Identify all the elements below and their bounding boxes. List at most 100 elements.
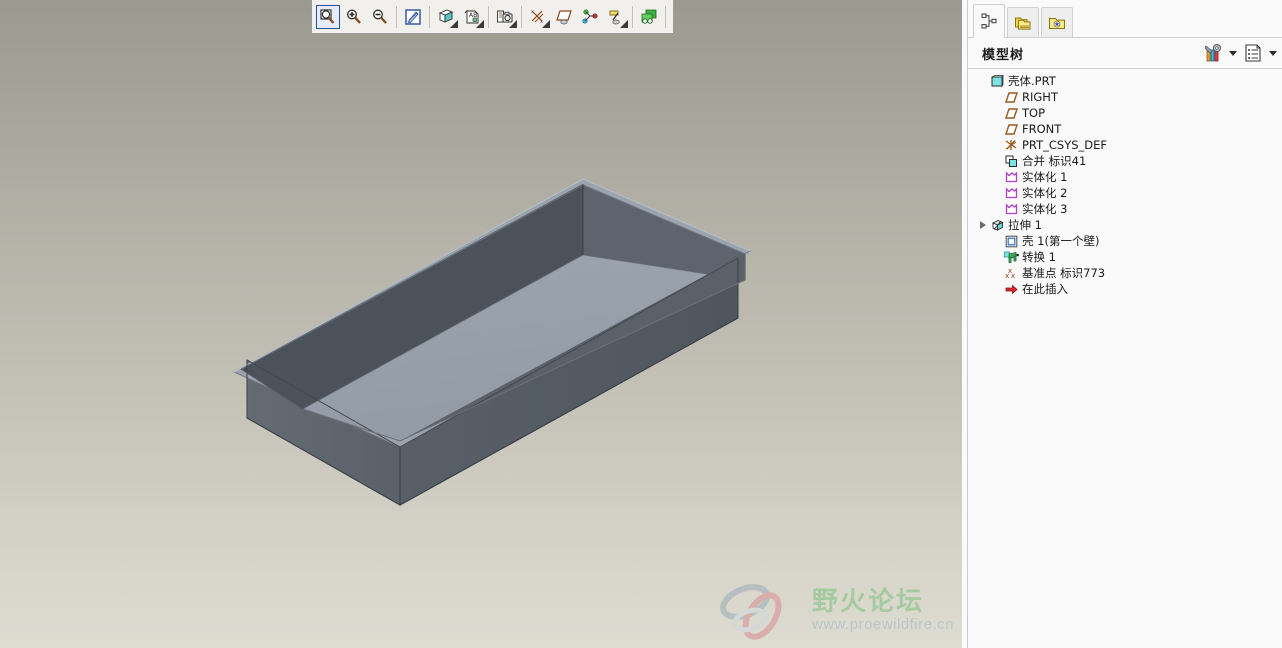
tree-item-part[interactable]: 壳体.PRT <box>968 73 1282 89</box>
tree-item-datum-point[interactable]: x x x 基准点 标识773 <box>968 265 1282 281</box>
tree-item-datum-plane-top[interactable]: TOP <box>968 105 1282 121</box>
zoom-out-icon <box>373 9 387 24</box>
tree-expander-extrude[interactable] <box>976 217 990 233</box>
extrude-icon <box>990 218 1005 233</box>
tools-settings-icon <box>1204 43 1222 62</box>
spin-center-icon <box>641 9 657 24</box>
tree-item-label: RIGHT <box>1022 90 1058 104</box>
toolbar-button-spin-center[interactable] <box>637 5 661 29</box>
tree-expander-placeholder <box>990 265 1004 281</box>
tree-settings-button[interactable] <box>1200 41 1226 65</box>
datum-point-icon <box>582 8 598 24</box>
toolbar-separator-1 <box>396 5 397 28</box>
convert-icon <box>1004 250 1019 265</box>
svg-text:x: x <box>531 9 534 15</box>
tree-item-label: 在此插入 <box>1022 282 1068 296</box>
navigator-panel: 模型树 壳体.PRT RIGHT TOP FRONT PRT_CSYS_DEF … <box>968 0 1282 648</box>
tree-expander-placeholder <box>976 73 990 89</box>
tree-item-label: 拉伸 1 <box>1008 218 1042 232</box>
chevron-down-icon[interactable] <box>542 19 550 28</box>
chevron-right-icon <box>980 221 986 229</box>
datum-plane-icon <box>1004 122 1019 137</box>
datum-plane-icon <box>556 9 572 24</box>
tree-expander-placeholder <box>990 89 1004 105</box>
favorites-folder-icon <box>1049 17 1065 29</box>
tree-expander-placeholder <box>990 137 1004 153</box>
chevron-down-icon[interactable] <box>620 19 628 28</box>
tree-item-solidify-1[interactable]: 实体化 1 <box>968 169 1282 185</box>
csys-icon <box>1004 138 1019 153</box>
folder-stack-icon <box>1015 17 1031 30</box>
chevron-down-icon[interactable] <box>476 19 484 28</box>
tree-expander-placeholder <box>990 153 1004 169</box>
toolbar-button-zoom-in[interactable] <box>342 5 366 29</box>
solidify-icon <box>1004 202 1019 217</box>
tree-settings-caret[interactable] <box>1226 41 1240 65</box>
tree-item-shell[interactable]: 壳 1(第一个壁) <box>968 233 1282 249</box>
shell-icon <box>1004 234 1019 249</box>
insert-here-icon <box>1004 282 1019 297</box>
toolbar-button-zoom-out[interactable] <box>368 5 392 29</box>
toolbar-separator-5 <box>632 5 633 28</box>
tree-expander-placeholder <box>990 233 1004 249</box>
tree-columns-icon <box>1245 44 1261 62</box>
view-toolbar[interactable]: AB x x <box>311 0 674 34</box>
chevron-down-icon[interactable] <box>509 19 517 28</box>
tree-item-merge[interactable]: 合并 标识41 <box>968 153 1282 169</box>
tree-item-label: FRONT <box>1022 122 1062 136</box>
tree-item-datum-plane-right[interactable]: RIGHT <box>968 89 1282 105</box>
tree-item-insert-here[interactable]: 在此插入 <box>968 281 1282 297</box>
model-tree-title: 模型树 <box>982 47 1025 63</box>
datum-plane-icon <box>1004 106 1019 121</box>
toolbar-button-display-style[interactable] <box>434 5 458 29</box>
tree-item-label: 实体化 2 <box>1022 186 1068 200</box>
tab-folder-browser[interactable] <box>1007 7 1039 37</box>
toolbar-button-point-display[interactable] <box>578 5 602 29</box>
merge-icon <box>1004 154 1019 169</box>
zoom-area-icon <box>320 8 335 24</box>
datum-plane-icon <box>1004 90 1019 105</box>
model-tree-icon <box>981 13 997 29</box>
toolbar-button-repaint[interactable] <box>401 5 425 29</box>
svg-text:x: x <box>1011 272 1015 280</box>
tree-expander-placeholder <box>990 105 1004 121</box>
tree-item-solidify-2[interactable]: 实体化 2 <box>968 185 1282 201</box>
model-tree-body[interactable]: 壳体.PRT RIGHT TOP FRONT PRT_CSYS_DEF 合并 标… <box>968 69 1282 648</box>
tree-item-label: 壳体.PRT <box>1008 74 1056 88</box>
tree-expander-placeholder <box>990 281 1004 297</box>
graphics-viewport[interactable]: AB x x 野火论坛 www.proewildfire.cn <box>0 0 962 648</box>
navigator-tab-strip[interactable] <box>968 0 1282 38</box>
chevron-down-icon[interactable] <box>450 19 458 28</box>
tab-model-tree[interactable] <box>973 4 1005 38</box>
solidify-icon <box>1004 186 1019 201</box>
tree-columns-caret[interactable] <box>1266 41 1280 65</box>
tree-expander-placeholder <box>990 201 1004 217</box>
toolbar-button-saved-views[interactable] <box>493 5 517 29</box>
shell-box-3d-model[interactable] <box>0 0 962 648</box>
tree-item-label: 转换 1 <box>1022 250 1056 264</box>
tree-item-label: PRT_CSYS_DEF <box>1022 138 1108 152</box>
tree-item-label: 壳 1(第一个壁) <box>1022 234 1100 248</box>
tab-favorites[interactable] <box>1041 7 1073 37</box>
application-window: AB x x 野火论坛 www.proewildfire.cn 模型树 壳体.P… <box>0 0 1282 648</box>
tree-item-label: 实体化 3 <box>1022 202 1068 216</box>
toolbar-button-csys-display[interactable] <box>604 5 628 29</box>
zoom-in-icon <box>347 9 361 24</box>
tree-item-label: TOP <box>1022 106 1046 120</box>
tree-expander-placeholder <box>990 169 1004 185</box>
model-tree-header: 模型树 <box>968 38 1282 69</box>
repaint-icon <box>405 8 421 25</box>
toolbar-button-datum-display[interactable]: x x <box>526 5 550 29</box>
toolbar-button-plane-display[interactable] <box>552 5 576 29</box>
toolbar-button-annotation-display[interactable]: AB <box>460 5 484 29</box>
tree-columns-button[interactable] <box>1240 41 1266 65</box>
tree-item-convert[interactable]: 转换 1 <box>968 249 1282 265</box>
toolbar-button-zoom-area[interactable] <box>316 4 340 29</box>
tree-item-datum-plane-front[interactable]: FRONT <box>968 121 1282 137</box>
tree-item-csys[interactable]: PRT_CSYS_DEF <box>968 137 1282 153</box>
tree-item-extrude[interactable]: 拉伸 1 <box>968 217 1282 233</box>
tree-item-solidify-3[interactable]: 实体化 3 <box>968 201 1282 217</box>
tree-expander-placeholder <box>990 121 1004 137</box>
toolbar-separator-6 <box>665 5 666 28</box>
svg-text:x: x <box>1005 272 1009 280</box>
